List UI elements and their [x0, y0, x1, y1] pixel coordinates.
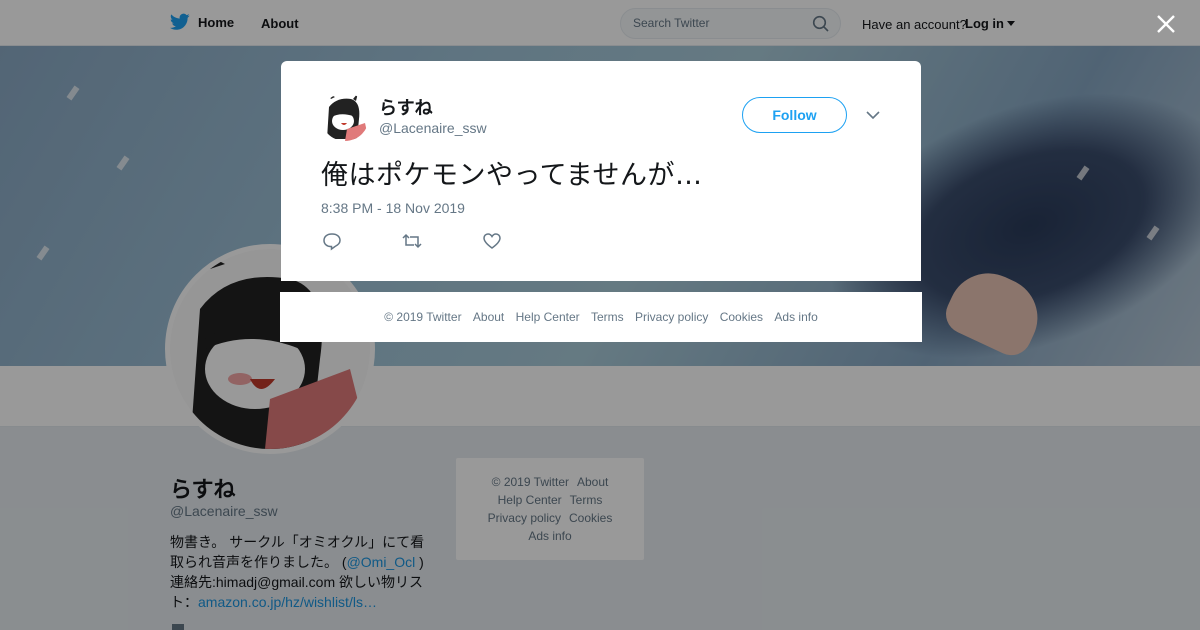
reply-icon[interactable]: [321, 231, 343, 251]
tweet-author-avatar[interactable]: [321, 93, 369, 141]
tweet-author-handle[interactable]: @Lacenaire_ssw: [379, 120, 487, 136]
tweet-modal: らすね @Lacenaire_ssw Follow 俺はポケモンやってませんが……: [281, 61, 921, 281]
avatar-illustration: [327, 93, 369, 141]
tweet-text: 俺はポケモンやってませんが…: [321, 160, 703, 191]
footer-copyright: © 2019 Twitter: [384, 310, 462, 324]
footer-privacy-link[interactable]: Privacy policy: [635, 310, 708, 324]
follow-button[interactable]: Follow: [742, 97, 847, 133]
chevron-down-icon[interactable]: [865, 109, 881, 121]
retweet-icon[interactable]: [401, 231, 423, 251]
modal-footer: © 2019 Twitter About Help Center Terms P…: [280, 292, 922, 342]
footer-terms-link[interactable]: Terms: [591, 310, 624, 324]
close-icon[interactable]: [1154, 12, 1178, 36]
footer-ads-link[interactable]: Ads info: [774, 310, 817, 324]
footer-help-link[interactable]: Help Center: [516, 310, 580, 324]
tweet-author-name[interactable]: らすね: [379, 94, 433, 120]
tweet-timestamp[interactable]: 8:38 PM - 18 Nov 2019: [321, 200, 465, 216]
like-icon[interactable]: [481, 231, 503, 251]
footer-cookies-link[interactable]: Cookies: [720, 310, 763, 324]
footer-about-link[interactable]: About: [473, 310, 504, 324]
